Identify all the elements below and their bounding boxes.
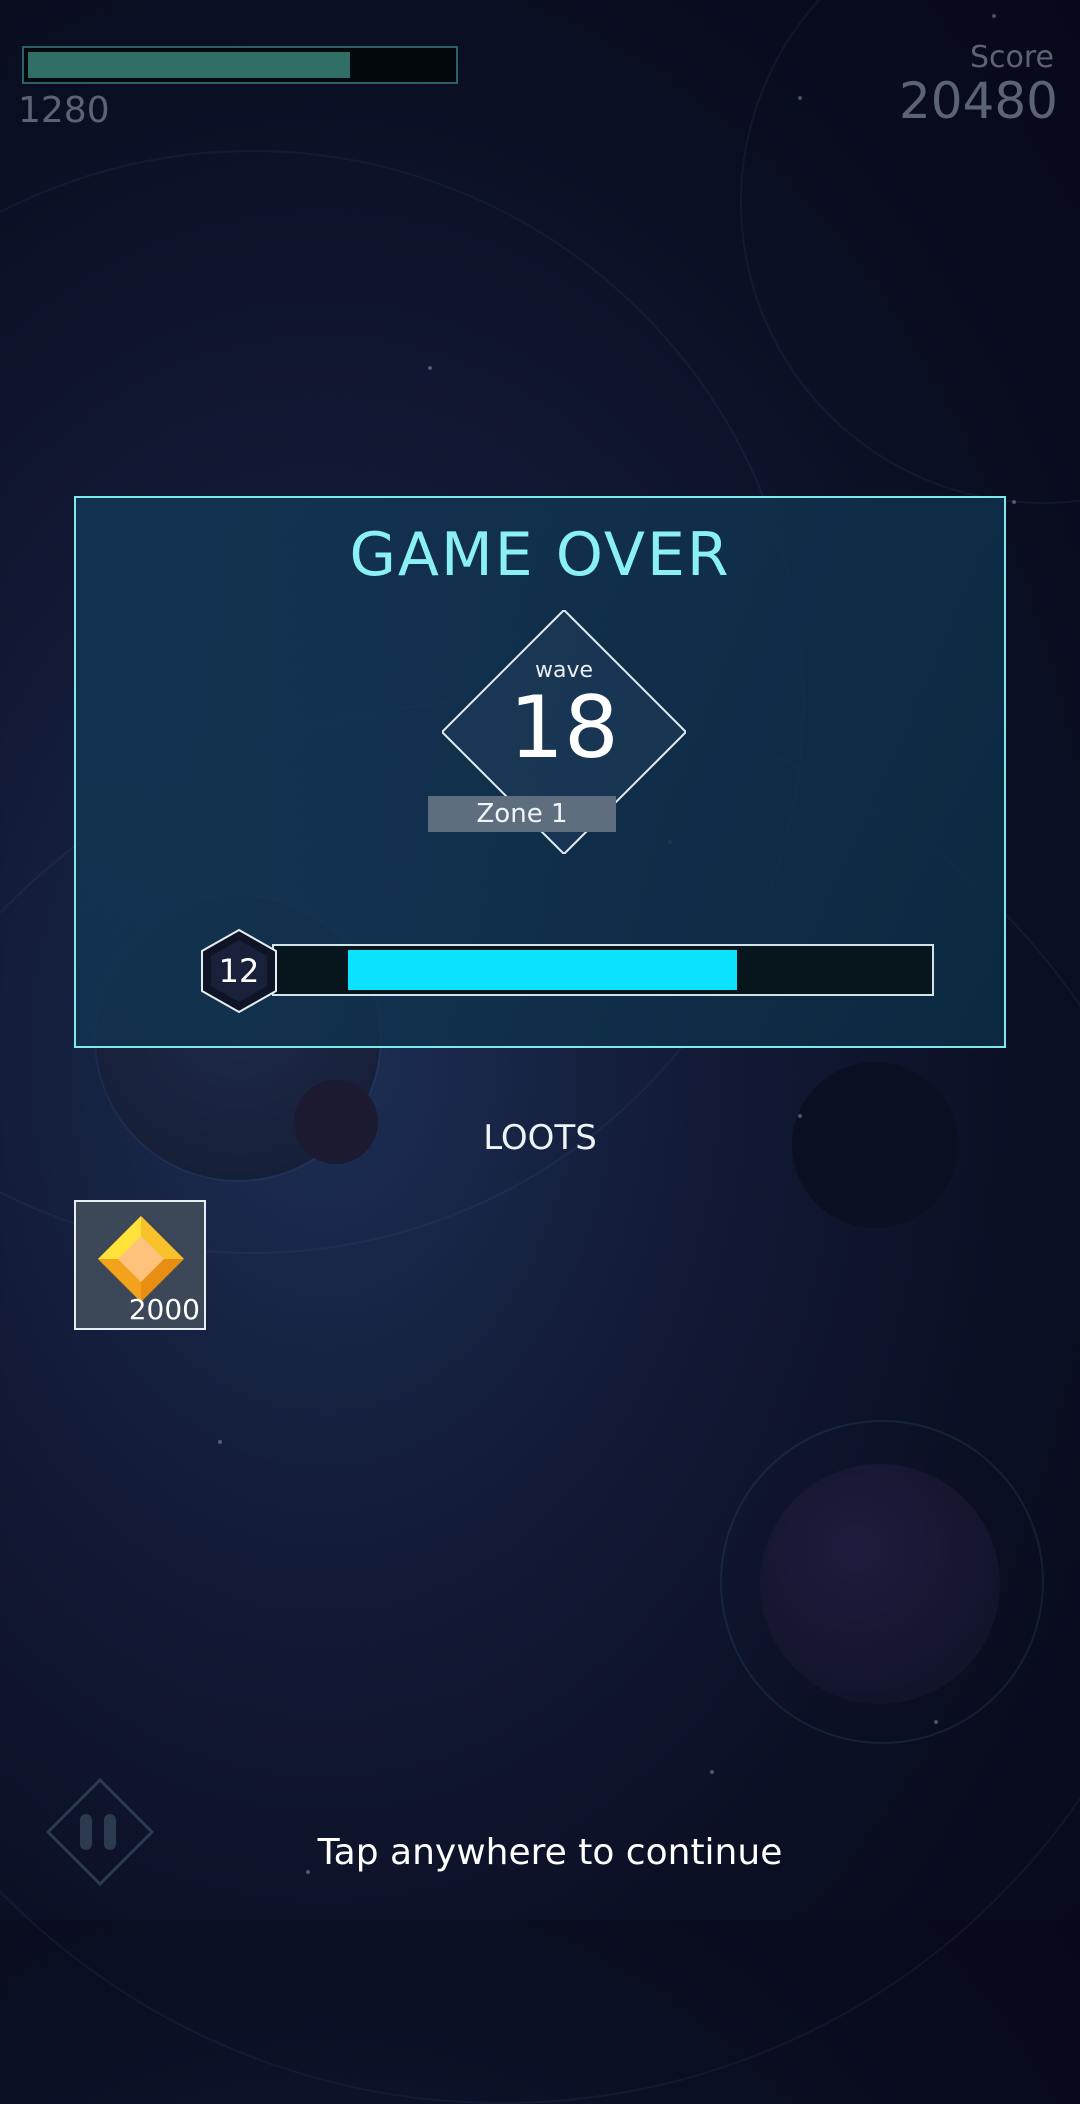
xp-progress-fill	[348, 950, 737, 990]
game-over-panel: GAME OVER wave 18 Zone 1 12	[74, 496, 1006, 1048]
level-number: 12	[218, 952, 260, 990]
xp-progress-bar	[272, 944, 934, 996]
tap-to-continue[interactable]: Tap anywhere to continue	[0, 1832, 1080, 1873]
health-bar-fill	[28, 52, 351, 78]
health-bar	[22, 46, 458, 84]
zone-label: Zone 1	[428, 796, 616, 832]
loot-item[interactable]: 2000	[74, 1200, 206, 1330]
gold-gem-icon	[98, 1216, 184, 1302]
wave-number: 18	[509, 678, 619, 778]
score-value: 20480	[898, 72, 1058, 130]
loots-title: LOOTS	[483, 1118, 597, 1158]
game-over-title: GAME OVER	[349, 520, 731, 590]
loot-amount: 2000	[128, 1293, 200, 1326]
health-value: 1280	[18, 90, 110, 131]
score-label: Score	[969, 40, 1054, 75]
